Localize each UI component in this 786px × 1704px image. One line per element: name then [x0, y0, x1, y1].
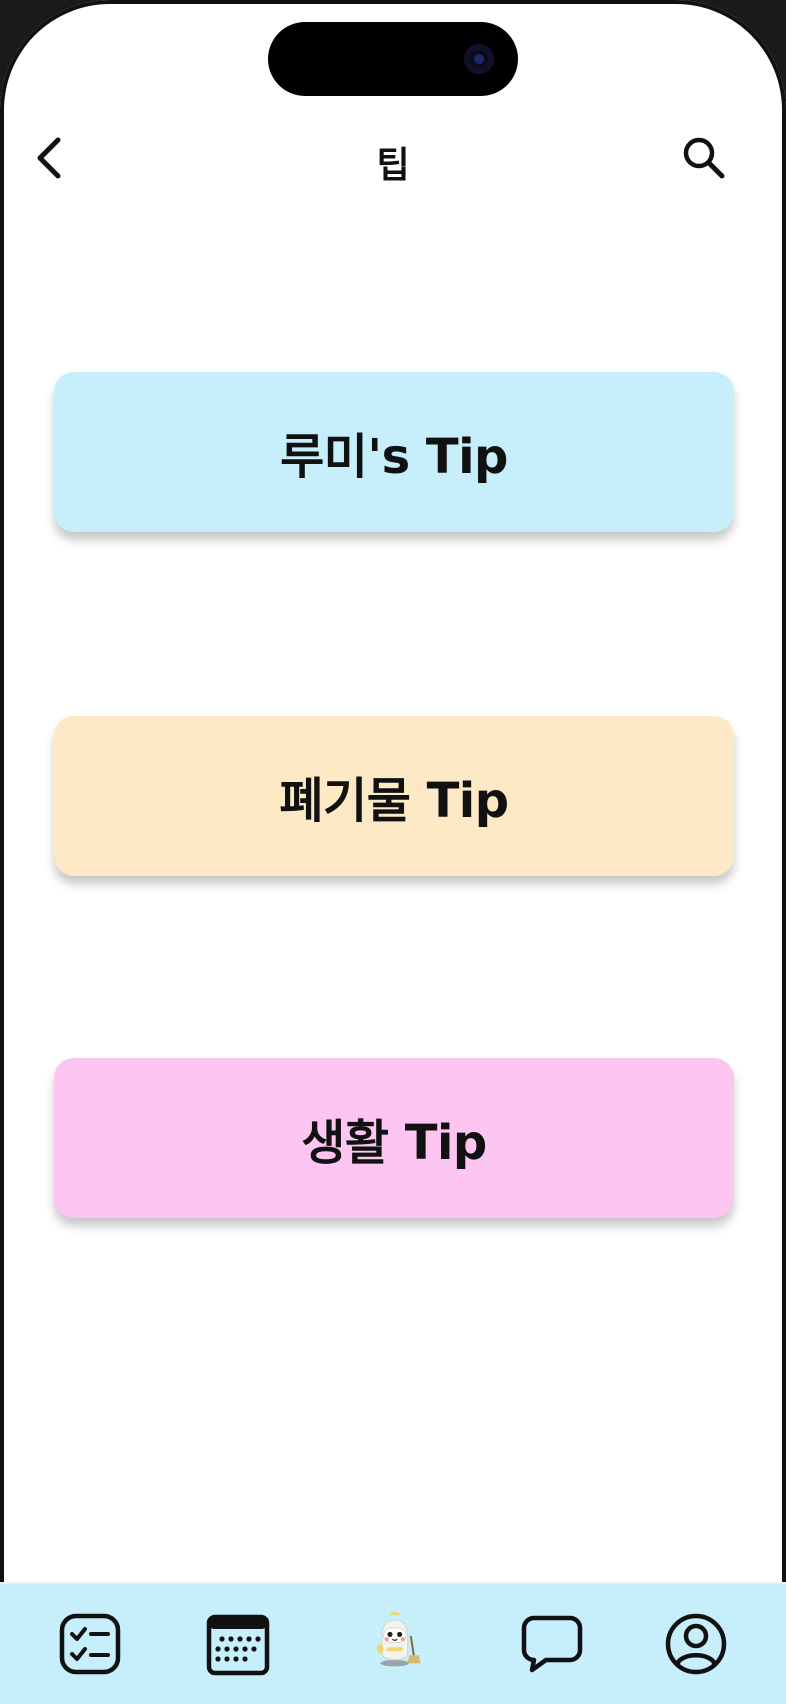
life-tip-button[interactable]: 생활 Tip	[54, 1058, 734, 1218]
checklist-icon	[59, 1613, 121, 1675]
tab-chat[interactable]	[520, 1612, 584, 1676]
bottom-tab-bar	[0, 1582, 786, 1704]
lumi-tip-label: 루미's Tip	[280, 429, 508, 485]
chat-bubble-icon	[521, 1615, 583, 1673]
page-title: 팁	[376, 145, 410, 186]
phone-frame: 팁 루미's Tip 폐기물 Tip 생활 Tip	[0, 0, 786, 1704]
tab-checklist[interactable]	[58, 1612, 122, 1676]
waste-tip-button[interactable]: 폐기물 Tip	[54, 716, 734, 876]
camera-icon	[464, 44, 494, 74]
top-bar: 팁	[0, 120, 786, 196]
tab-home-mascot[interactable]	[366, 1604, 446, 1684]
waste-tip-label: 폐기물 Tip	[279, 773, 509, 829]
robot-mascot-icon	[377, 1611, 421, 1667]
lumi-tip-button[interactable]: 루미's Tip	[54, 372, 734, 532]
search-icon	[683, 137, 725, 179]
tab-calendar[interactable]	[206, 1612, 270, 1676]
dynamic-island	[268, 22, 518, 96]
search-button[interactable]	[680, 134, 728, 182]
calendar-icon	[206, 1614, 270, 1676]
profile-icon	[665, 1613, 727, 1675]
life-tip-label: 생활 Tip	[301, 1115, 487, 1171]
tab-profile[interactable]	[664, 1612, 728, 1676]
